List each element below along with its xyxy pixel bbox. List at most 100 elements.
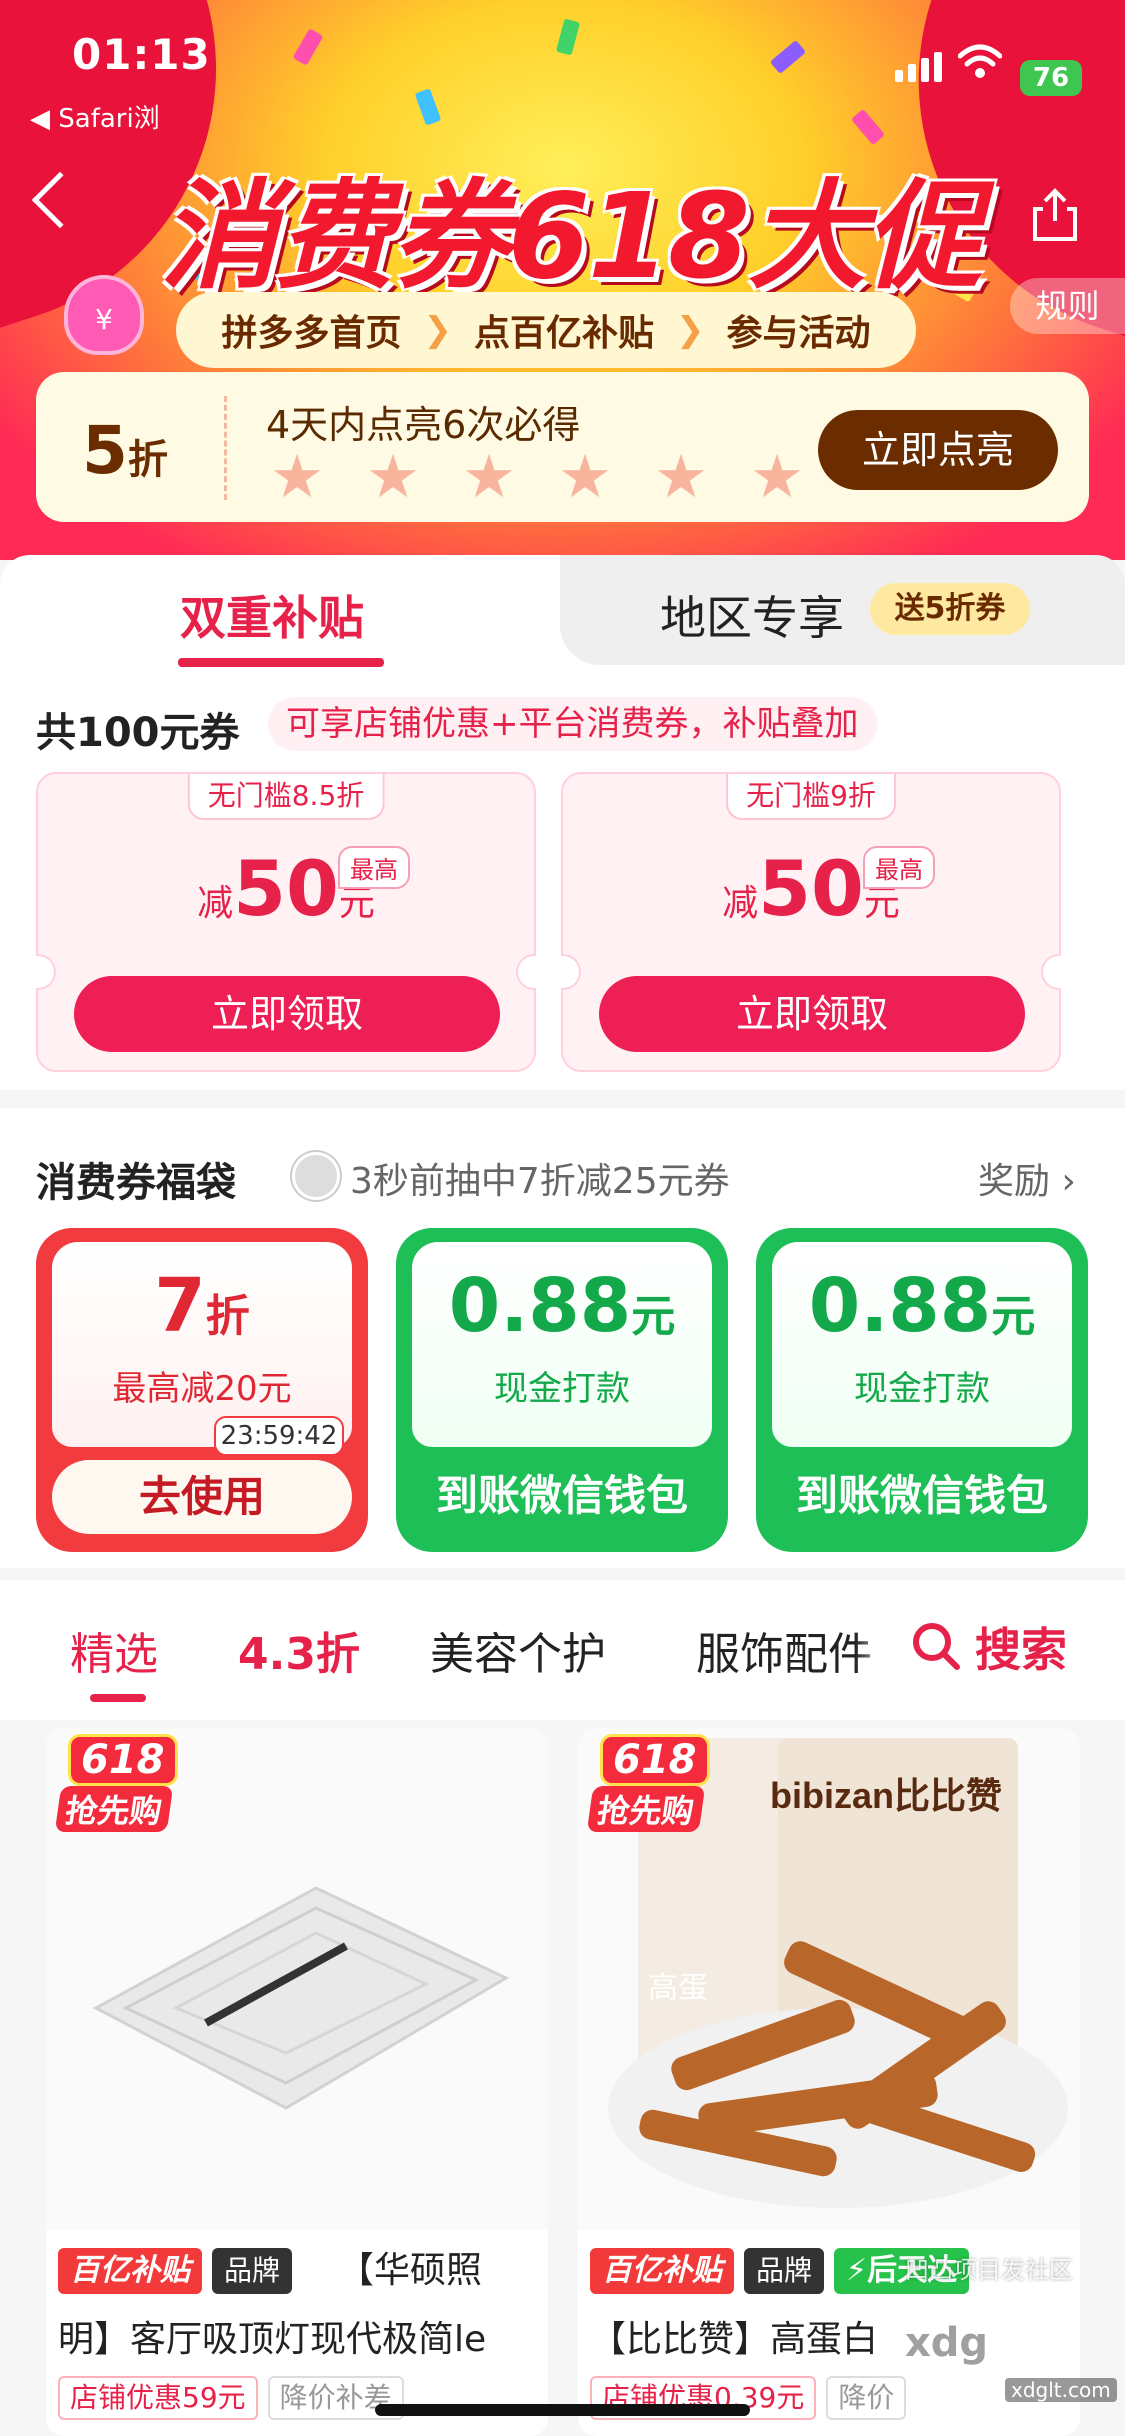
prize-value: 0.88元 bbox=[412, 1264, 712, 1359]
618-badge: 618 抢先购 bbox=[54, 1734, 188, 1834]
home-indicator[interactable] bbox=[375, 2404, 750, 2416]
chevron-right-icon: ❯ bbox=[423, 310, 452, 350]
coupon-total-label: 共100元券 bbox=[36, 710, 240, 756]
shop-discount-chip: 店铺优惠59元 bbox=[58, 2376, 258, 2420]
avatar bbox=[292, 1152, 340, 1200]
coupon-amount: 减50元 bbox=[563, 844, 1059, 933]
prize-card-cash[interactable]: 0.88元 现金打款 到账微信钱包 bbox=[756, 1228, 1088, 1552]
price-protect-chip: 降价 bbox=[826, 2376, 907, 2420]
badge-number: 618 bbox=[68, 1734, 178, 1786]
product-pack-text: 高蛋 bbox=[648, 1971, 708, 2006]
tab-regional-badge: 送5折券 bbox=[870, 583, 1030, 635]
lighten-card: 5折 4天内点亮6次必得 ★ ★ ★ ★ ★ ★ 立即点亮 bbox=[36, 372, 1089, 522]
lighten-discount-unit: 折 bbox=[127, 437, 168, 483]
rewards-link[interactable]: 奖励 › bbox=[978, 1152, 1076, 1204]
lighten-text: 4天内点亮6次必得 bbox=[266, 403, 581, 447]
hero-title: 消费券618大促 bbox=[159, 167, 982, 305]
star-icon: ★ bbox=[462, 442, 516, 512]
star-icon: ★ bbox=[558, 442, 612, 512]
prize-card-discount[interactable]: 7折 最高减20元 去使用 bbox=[36, 1228, 368, 1552]
countdown-timer: 23:59:42 bbox=[214, 1416, 344, 1456]
coupon-prefix: 减 bbox=[722, 883, 759, 924]
lighten-button[interactable]: 立即点亮 bbox=[818, 410, 1058, 490]
badge-number: 618 bbox=[600, 1734, 710, 1786]
prize-value-num: 0.88 bbox=[808, 1263, 992, 1349]
share-icon[interactable] bbox=[1025, 185, 1085, 245]
use-coupon-button[interactable]: 去使用 bbox=[52, 1460, 352, 1534]
brand-tag: 品牌 bbox=[744, 2248, 825, 2294]
category-tab-featured[interactable]: 精选 bbox=[70, 1618, 158, 1682]
watermark-logo: xdg bbox=[905, 2320, 989, 2366]
coupon-prefix: 减 bbox=[197, 883, 234, 924]
product-title-line2: 明】客厅吸顶灯现代极简le bbox=[58, 2319, 487, 2360]
progress-stars: ★ ★ ★ ★ ★ ★ bbox=[270, 442, 804, 512]
rules-button[interactable]: 规则 bbox=[1010, 278, 1125, 334]
coupon-amount-num: 50 bbox=[233, 844, 339, 933]
prize-body: 0.88元 现金打款 bbox=[412, 1242, 712, 1447]
back-to-app-link[interactable]: ◀ Safari浏 bbox=[30, 98, 160, 135]
prize-body: 0.88元 现金打款 bbox=[772, 1242, 1072, 1447]
coupon-notch bbox=[1041, 954, 1061, 990]
coupon-unit: 元 bbox=[863, 883, 900, 924]
category-tab-beauty[interactable]: 美容个护 bbox=[430, 1618, 606, 1682]
star-icon: ★ bbox=[750, 442, 804, 512]
divider bbox=[224, 396, 227, 500]
coupon-notch bbox=[561, 954, 581, 990]
lighten-discount: 5折 bbox=[82, 412, 168, 489]
step-2: 点百亿补贴 bbox=[473, 313, 654, 354]
subsidy-tag: 百亿补贴 bbox=[58, 2248, 202, 2294]
tab-underline bbox=[178, 658, 384, 667]
coupon-max-tag: 最高 bbox=[863, 846, 935, 889]
confetti bbox=[292, 28, 324, 66]
coupon-card: 无门槛8.5折 减50元 最高 立即领取 bbox=[36, 772, 536, 1072]
subsidy-tag: 百亿补贴 bbox=[590, 2248, 734, 2294]
prize-subtitle: 最高减20元 bbox=[112, 1369, 292, 1409]
search-label[interactable]: 搜索 bbox=[975, 1614, 1067, 1680]
prize-value-unit: 折 bbox=[205, 1291, 250, 1342]
prize-value-unit: 元 bbox=[991, 1291, 1036, 1342]
product-card[interactable]: 618 抢先购 百亿补贴 品牌 【华硕照 明】客厅吸顶灯现代极简le 店铺优惠5… bbox=[46, 1728, 548, 2436]
coupon-notch bbox=[516, 954, 536, 990]
product-chips: 店铺优惠59元 降价补差 bbox=[58, 2376, 404, 2420]
coupon-card: 无门槛9折 减50元 最高 立即领取 bbox=[561, 772, 1061, 1072]
prize-card-cash[interactable]: 0.88元 现金打款 到账微信钱包 bbox=[396, 1228, 728, 1552]
lucky-bag-title: 消费券福袋 bbox=[36, 1160, 236, 1206]
coupon-condition: 无门槛8.5折 bbox=[187, 774, 385, 820]
tab-double-subsidy[interactable]: 双重补贴 bbox=[180, 582, 364, 648]
claim-coupon-button[interactable]: 立即领取 bbox=[74, 976, 500, 1052]
star-icon: ★ bbox=[654, 442, 708, 512]
product-title: 【华硕照 bbox=[338, 2250, 483, 2291]
category-tab-apparel[interactable]: 服饰配件 bbox=[696, 1618, 872, 1682]
star-icon: ★ bbox=[366, 442, 420, 512]
tab-regional[interactable]: 地区专享 bbox=[660, 582, 844, 648]
search-icon[interactable] bbox=[910, 1620, 962, 1672]
coupon-amount-num: 50 bbox=[758, 844, 864, 933]
coupon-unit: 元 bbox=[338, 883, 375, 924]
prize-subtitle: 现金打款 bbox=[494, 1369, 630, 1409]
category-underline bbox=[90, 1694, 146, 1702]
prize-subtitle: 现金打款 bbox=[854, 1369, 990, 1409]
prize-value-num: 7 bbox=[154, 1263, 206, 1349]
product-tags: 百亿补贴 品牌 bbox=[58, 2248, 293, 2294]
category-tab-discount[interactable]: 4.3折 bbox=[238, 1618, 360, 1682]
battery-icon: 76 bbox=[1020, 60, 1082, 96]
wechat-wallet-label: 到账微信钱包 bbox=[435, 1471, 688, 1520]
prize-value-num: 0.88 bbox=[448, 1263, 632, 1349]
product-brand-print: bibizan比比赞 bbox=[770, 1775, 1002, 1816]
watermark-url: xdglt.com bbox=[1005, 2378, 1117, 2402]
618-badge: 618 抢先购 bbox=[586, 1734, 720, 1834]
coupon-max-tag: 最高 bbox=[338, 846, 410, 889]
confetti bbox=[769, 39, 807, 75]
claim-coupon-button[interactable]: 立即领取 bbox=[599, 976, 1025, 1052]
watermark-text: 凹凸项目发社区 bbox=[905, 2256, 1073, 2284]
step-3: 参与活动 bbox=[726, 313, 871, 354]
prize-value: 7折 bbox=[52, 1264, 352, 1359]
confetti bbox=[555, 18, 581, 56]
watermark: 凹凸项目发社区 xdg xdglt.com bbox=[905, 2250, 1117, 2410]
status-time: 01:13 bbox=[72, 30, 211, 79]
coupon-amount: 减50元 bbox=[38, 844, 534, 933]
winner-ticker: 3秒前抽中7折减25元券 bbox=[350, 1161, 730, 1202]
wifi-icon bbox=[958, 44, 1002, 78]
confetti bbox=[414, 88, 442, 126]
lighten-discount-num: 5 bbox=[82, 412, 128, 489]
